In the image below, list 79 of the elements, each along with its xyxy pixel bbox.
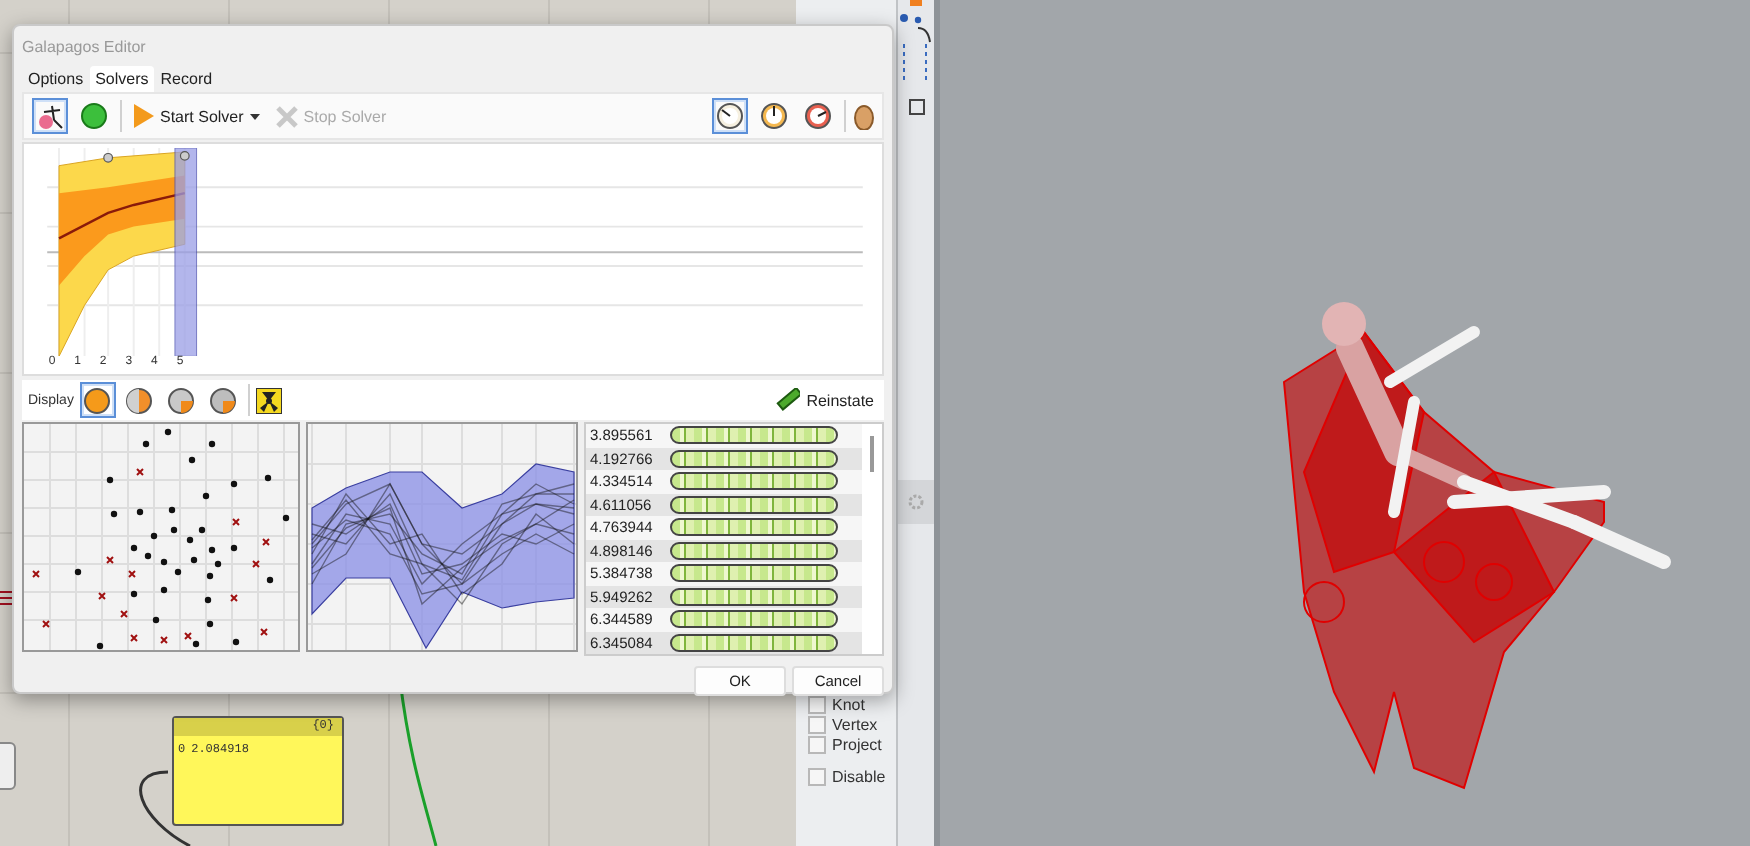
scatter-point xyxy=(136,508,144,516)
cross-marker xyxy=(230,594,238,602)
scatter-point xyxy=(130,590,138,598)
window-title: Galapagos Editor xyxy=(20,36,148,60)
scatter-point xyxy=(206,572,214,580)
play-icon xyxy=(134,104,154,128)
cross-marker xyxy=(106,556,114,564)
scrollbar-thumb[interactable] xyxy=(870,436,874,472)
sphere-icon[interactable] xyxy=(121,382,158,418)
scatter-point xyxy=(206,620,214,628)
scatter-point xyxy=(160,558,168,566)
scatter-point xyxy=(264,474,272,482)
cross-marker xyxy=(136,468,144,476)
figure-icon[interactable] xyxy=(32,98,68,134)
cross-marker xyxy=(184,632,192,640)
checkbox[interactable] xyxy=(808,716,826,734)
checkbox[interactable] xyxy=(808,768,826,786)
sphere-icon[interactable] xyxy=(163,382,200,418)
cross-marker xyxy=(98,592,106,600)
cross-marker xyxy=(260,628,268,636)
scatter-point xyxy=(230,544,238,552)
option-label: Project xyxy=(832,736,882,754)
cross-marker xyxy=(232,518,240,526)
cross-marker xyxy=(42,620,50,628)
scatter-point xyxy=(202,492,210,500)
radiation-icon[interactable] xyxy=(255,387,282,413)
cross-marker xyxy=(120,610,128,618)
cross-marker xyxy=(160,636,168,644)
scatter-point xyxy=(186,536,194,544)
scatter-point xyxy=(192,640,200,648)
scatter-point xyxy=(174,568,182,576)
scatter-point xyxy=(106,476,114,484)
option-label: Vertex xyxy=(832,716,878,734)
scatter-point xyxy=(144,552,152,560)
cross-marker xyxy=(130,634,138,642)
scatter-point xyxy=(74,568,82,576)
scatter-point xyxy=(152,616,160,624)
scatter-point xyxy=(214,560,222,568)
sphere-icon[interactable] xyxy=(205,382,242,418)
option-label: Disable xyxy=(832,768,886,786)
egg-icon[interactable] xyxy=(854,103,874,129)
handle-icon[interactable] xyxy=(103,152,114,163)
close-icon xyxy=(275,105,298,127)
scatter-point xyxy=(208,546,216,554)
tab[interactable]: Solvers xyxy=(89,66,155,92)
cross-marker xyxy=(32,570,40,578)
start-solver-button[interactable]: Start Solver xyxy=(130,98,264,134)
scatter-point xyxy=(188,456,196,464)
scatter-point xyxy=(198,526,206,534)
scatter-point xyxy=(130,544,138,552)
scatter-point xyxy=(160,586,168,594)
reinstate-button[interactable]: Reinstate xyxy=(772,382,878,418)
scatter-point xyxy=(110,510,118,518)
handle-icon[interactable] xyxy=(179,150,190,161)
gauge-icon[interactable] xyxy=(712,98,748,134)
scatter-point xyxy=(96,642,104,650)
scatter-point xyxy=(230,480,238,488)
scatter-point xyxy=(232,638,240,646)
scatter-point xyxy=(150,532,158,540)
sphere-icon[interactable] xyxy=(79,382,116,418)
scatter-point xyxy=(142,440,150,448)
scatter-point xyxy=(190,556,198,564)
scatter-point xyxy=(266,576,274,584)
scatter-point xyxy=(164,428,172,436)
checkbox[interactable] xyxy=(808,696,826,714)
scatter-point xyxy=(170,526,178,534)
scatter-point xyxy=(204,596,212,604)
checkbox[interactable] xyxy=(808,736,826,754)
caret-icon xyxy=(249,113,260,119)
scatter-point xyxy=(168,506,176,514)
cross-marker xyxy=(128,570,136,578)
pencil-icon xyxy=(776,388,801,412)
scatter-point xyxy=(282,514,290,522)
gauge-icon[interactable] xyxy=(800,98,836,134)
cross-marker xyxy=(252,560,260,568)
scatter-point xyxy=(208,440,216,448)
option-label: Knot xyxy=(832,696,865,714)
gauge-icon[interactable] xyxy=(756,98,792,134)
cross-marker xyxy=(262,538,270,546)
